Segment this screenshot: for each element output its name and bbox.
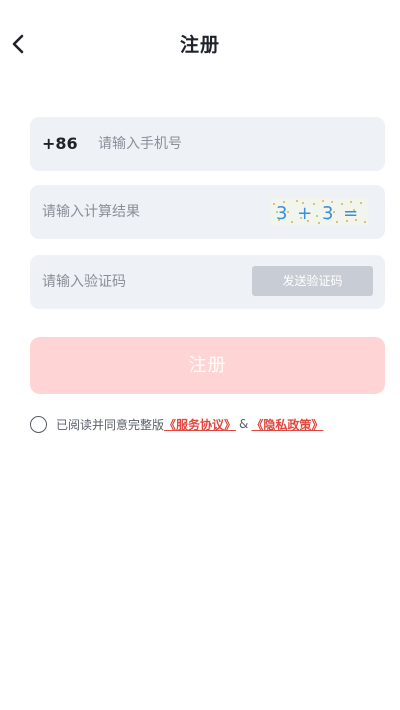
- agreement-row: 已阅读并同意完整版 《服务协议》 & 《隐私政策》: [30, 413, 323, 435]
- page-title: 注册: [179, 34, 220, 56]
- register-button[interactable]: 注册: [30, 337, 385, 394]
- radio-unchecked-icon[interactable]: [30, 415, 47, 433]
- header-bar: 注册: [0, 0, 400, 88]
- calc-result-input[interactable]: [42, 185, 262, 239]
- country-code[interactable]: +86: [42, 117, 78, 171]
- agreement-separator: &: [239, 417, 249, 431]
- phone-input[interactable]: [98, 117, 368, 171]
- code-field: 发送验证码: [30, 255, 385, 309]
- captcha-text: 3 + 3 =: [276, 203, 360, 224]
- phone-field: +86: [30, 117, 385, 171]
- service-agreement-link[interactable]: 《服务协议》: [164, 416, 236, 433]
- send-code-button[interactable]: 发送验证码: [252, 266, 373, 296]
- verification-code-input[interactable]: [42, 255, 252, 309]
- privacy-policy-link[interactable]: 《隐私政策》: [251, 416, 323, 433]
- captcha-image[interactable]: 3 + 3 =: [270, 198, 368, 226]
- agreement-text: 已阅读并同意完整版: [56, 417, 165, 432]
- calc-field: 3 + 3 =: [30, 185, 385, 239]
